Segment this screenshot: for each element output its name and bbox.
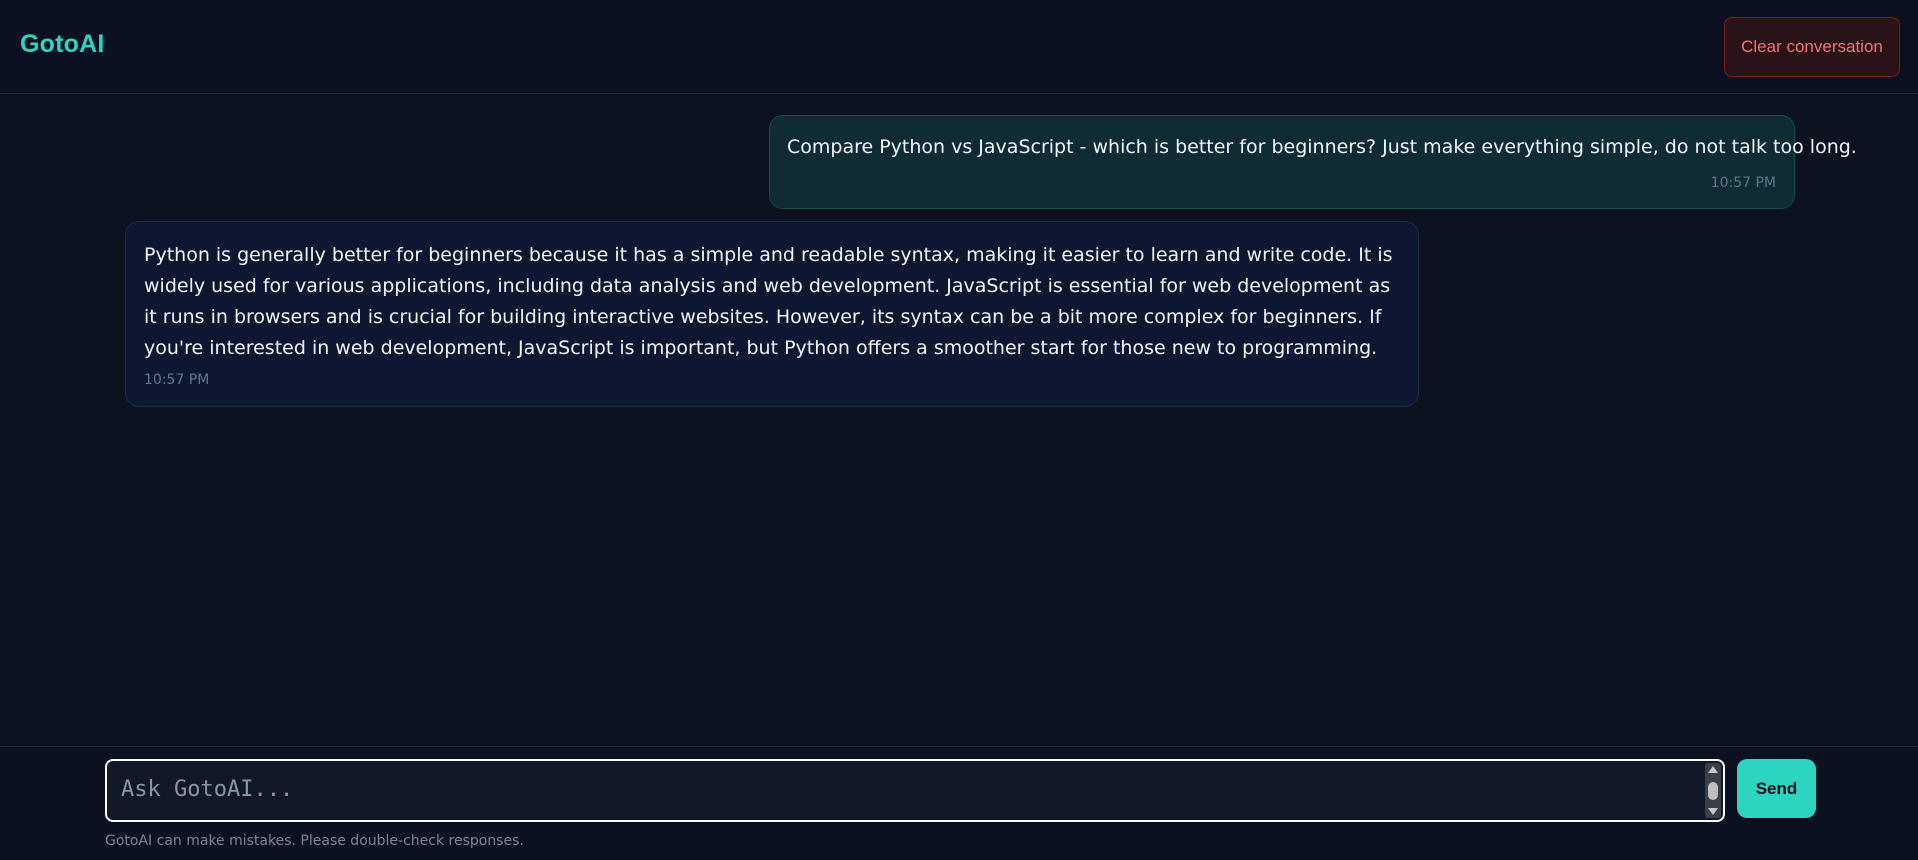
- message-text: Compare Python vs JavaScript - which is …: [787, 136, 1857, 158]
- message-timestamp: 10:57 PM: [1710, 175, 1776, 191]
- send-button[interactable]: Send: [1737, 759, 1816, 818]
- message-timestamp: 10:57 PM: [144, 372, 210, 388]
- brand-logo[interactable]: GotoAI: [20, 30, 105, 59]
- chat-area[interactable]: Compare Python vs JavaScript - which is …: [0, 95, 1918, 746]
- scroll-down-icon[interactable]: [1708, 808, 1718, 815]
- clear-conversation-button[interactable]: Clear conversation: [1724, 17, 1900, 77]
- input-scrollbar[interactable]: [1705, 763, 1721, 818]
- app-root: GotoAI Clear conversation Compare Python…: [0, 0, 1918, 860]
- top-bar: GotoAI Clear conversation: [0, 0, 1918, 94]
- composer-bar: Send GotoAI can make mistakes. Please do…: [0, 746, 1918, 860]
- scroll-thumb[interactable]: [1708, 782, 1718, 800]
- scroll-up-icon[interactable]: [1708, 766, 1718, 773]
- message-text: Python is generally better for beginners…: [144, 244, 1393, 359]
- user-message: Compare Python vs JavaScript - which is …: [769, 115, 1857, 209]
- assistant-message: Python is generally better for beginners…: [125, 221, 1419, 407]
- disclaimer-text: GotoAI can make mistakes. Please double-…: [105, 833, 524, 849]
- chat-input[interactable]: [107, 761, 1699, 820]
- chat-input-container[interactable]: [105, 759, 1725, 822]
